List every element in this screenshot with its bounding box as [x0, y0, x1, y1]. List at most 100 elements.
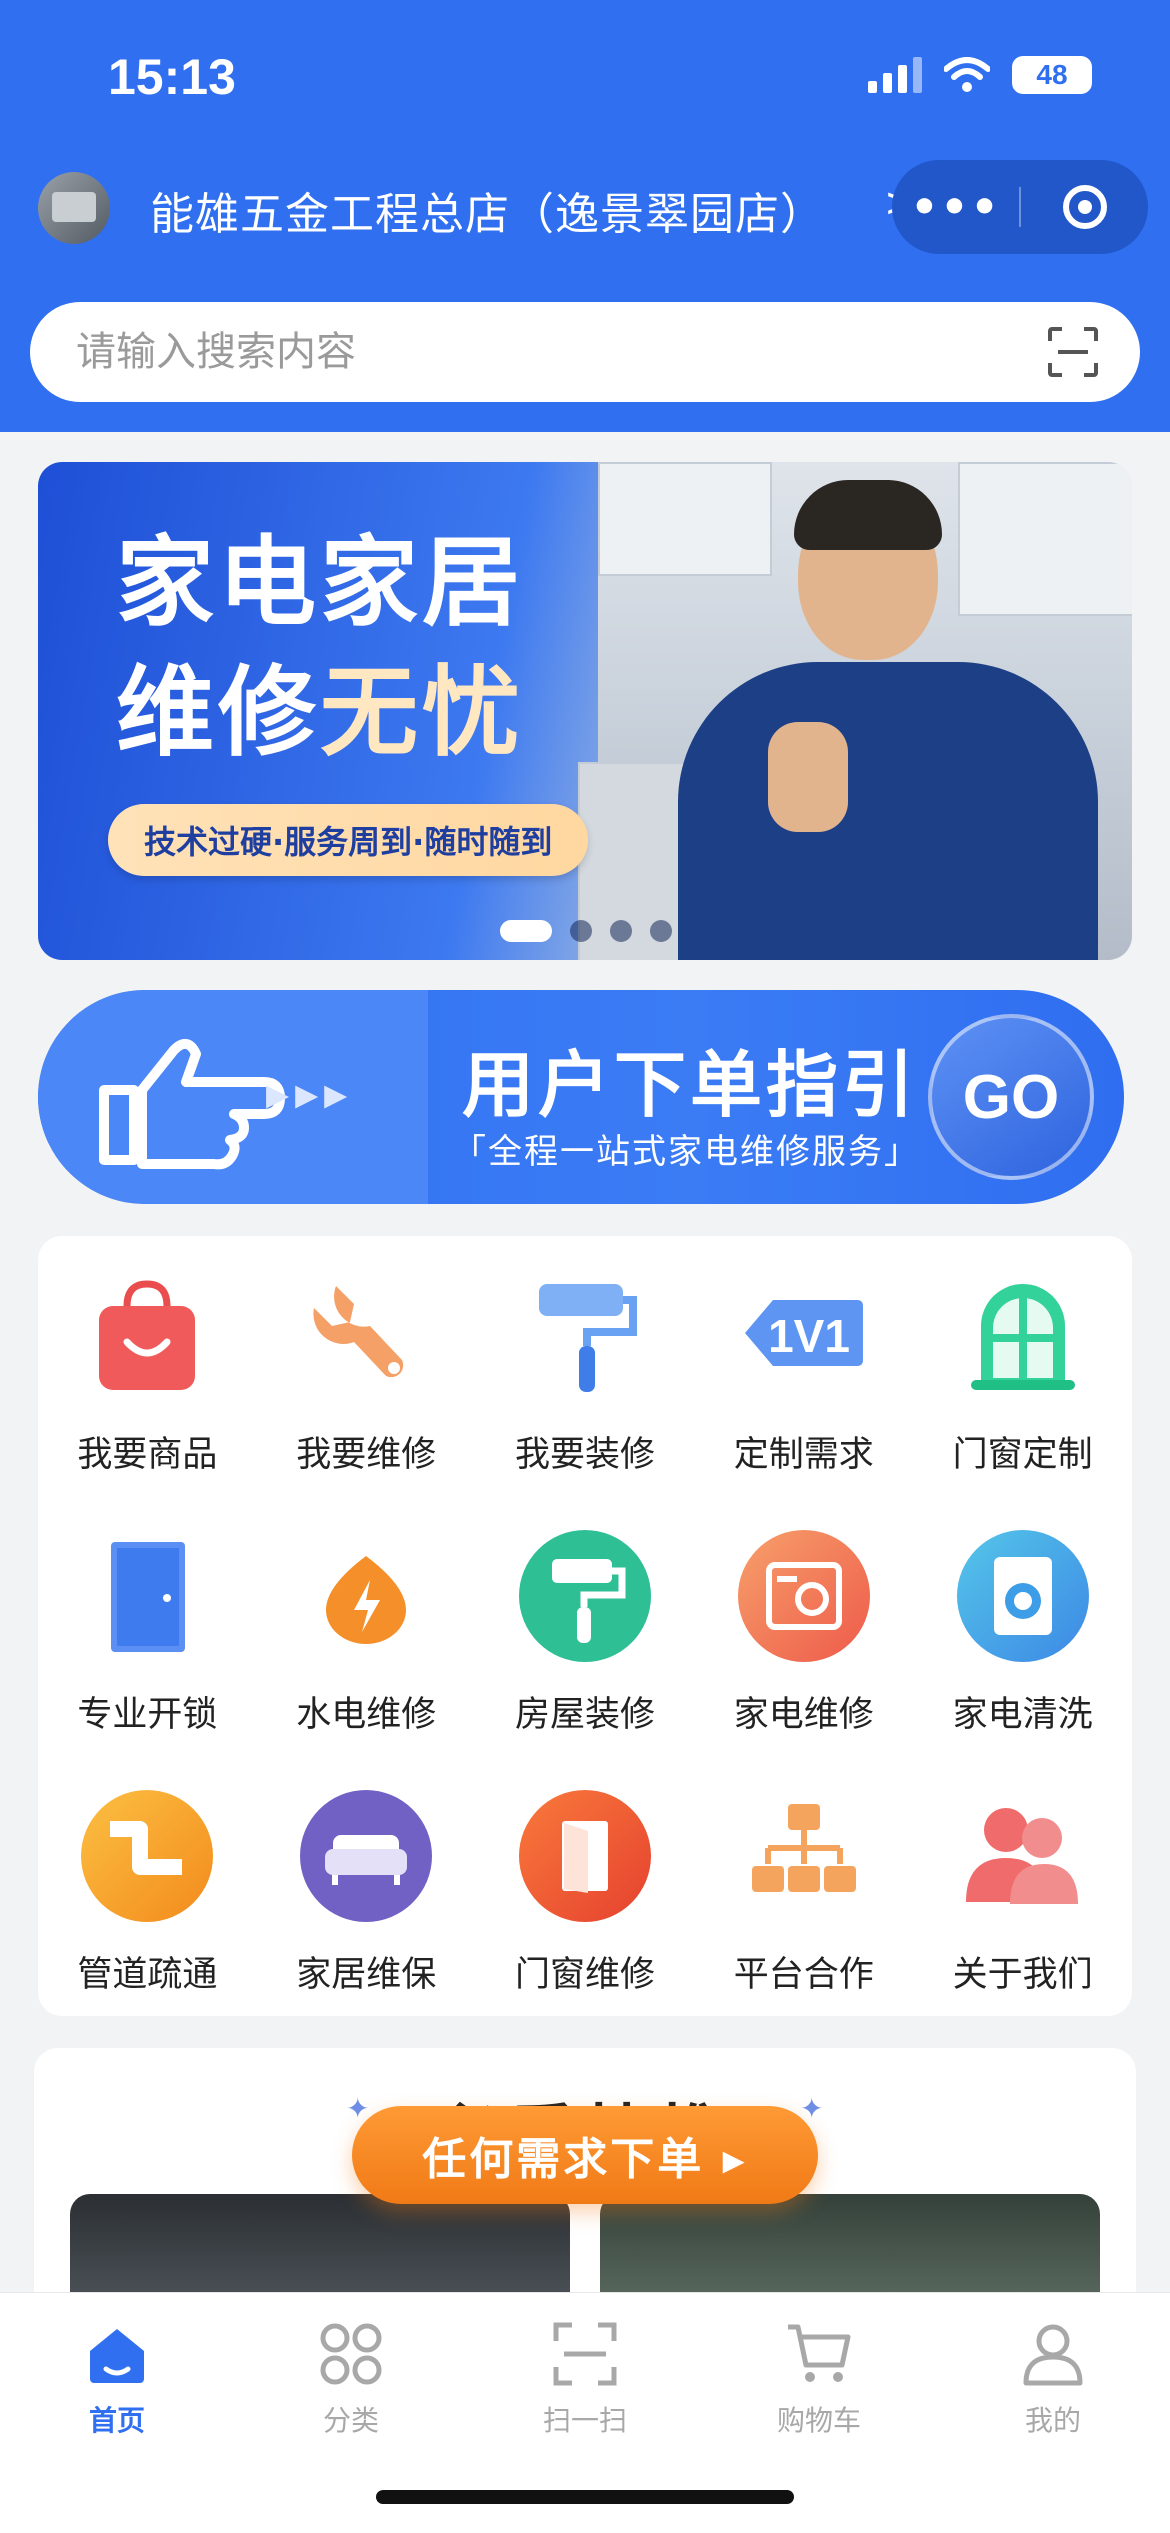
- guide-arrows: ▸▸▸: [266, 1066, 354, 1120]
- service-label: 门窗定制: [952, 1435, 1093, 1475]
- tab-label: 首页: [88, 2404, 145, 2437]
- banner-title-part-a: 维修: [116, 656, 321, 770]
- service-label: 房屋装修: [514, 1695, 655, 1735]
- service-item-repair[interactable]: 我要维修: [257, 1266, 476, 1496]
- promo-banner[interactable]: 家电家居 维修无忧 技术过硬·服务周到·随时随到: [38, 462, 1132, 960]
- service-item-window-custom[interactable]: 门窗定制: [913, 1266, 1132, 1496]
- service-label: 专业开锁: [77, 1695, 218, 1735]
- one-on-one-tag-icon: 1V1: [734, 1266, 874, 1406]
- service-item-about-us[interactable]: 关于我们: [913, 1786, 1132, 2016]
- banner-person-hair: [794, 480, 942, 550]
- cellular-signal-icon: [868, 57, 922, 93]
- service-label: 平台合作: [733, 1955, 874, 1995]
- users-icon: [953, 1786, 1093, 1926]
- store-avatar[interactable]: [38, 172, 110, 244]
- service-label: 定制需求: [733, 1435, 874, 1475]
- app-header: 15:13 48 能雄五金工程总店（逸景翠园店） > •••: [0, 0, 1170, 432]
- service-label: 我要商品: [77, 1435, 218, 1475]
- window-icon: [953, 1266, 1093, 1406]
- tab-home[interactable]: 首页: [0, 2319, 234, 2439]
- search-bar: [30, 302, 1140, 402]
- carousel-dots[interactable]: [500, 920, 672, 942]
- carousel-dot[interactable]: [570, 920, 592, 942]
- service-item-products[interactable]: 我要商品: [38, 1266, 257, 1496]
- cabinet-shape: [598, 462, 772, 576]
- miniprogram-capsule: •••: [892, 160, 1148, 254]
- home-icon: [90, 2329, 144, 2383]
- service-item-custom[interactable]: 1V1 定制需求: [694, 1266, 913, 1496]
- thumbs-up-hand: [768, 722, 848, 832]
- status-time: 15:13: [108, 49, 236, 105]
- banner-title-line2: 维修无忧: [116, 648, 524, 778]
- banner-tagline: 技术过硬·服务周到·随时随到: [108, 804, 589, 876]
- tab-category[interactable]: 分类: [234, 2319, 468, 2439]
- tab-label: 扫一扫: [542, 2404, 627, 2437]
- pointing-hand-icon: [99, 1039, 285, 1170]
- status-icons: 48: [868, 56, 1092, 94]
- profile-icon: [1023, 2324, 1083, 2386]
- tab-label: 分类: [322, 2404, 379, 2437]
- carousel-dot-active[interactable]: [500, 920, 552, 942]
- banner-title: 家电家居 维修无忧: [116, 518, 524, 778]
- service-label: 关于我们: [952, 1955, 1093, 1995]
- svg-text:1V1: 1V1: [768, 1310, 850, 1362]
- order-any-need-button[interactable]: 任何需求下单 ▸: [352, 2106, 818, 2204]
- banner-person-body: [678, 662, 1098, 960]
- tab-profile[interactable]: 我的: [936, 2319, 1170, 2439]
- cabinet-shape: [958, 462, 1132, 616]
- service-item-appliance-cleaning[interactable]: 家电清洗: [913, 1526, 1132, 1756]
- tab-scan[interactable]: 扫一扫: [468, 2319, 702, 2439]
- roller-circle-icon: [515, 1526, 655, 1666]
- service-item-renovation[interactable]: 我要装修: [476, 1266, 695, 1496]
- banner-title-line1: 家电家居: [116, 526, 525, 640]
- washing-machine-icon: [953, 1526, 1093, 1666]
- battery-indicator: 48: [1012, 56, 1092, 94]
- service-item-home-maintenance[interactable]: 家居维保: [257, 1786, 476, 2016]
- appliance-icon: [734, 1526, 874, 1666]
- carousel-dot[interactable]: [610, 920, 632, 942]
- store-name[interactable]: 能雄五金工程总店（逸景翠园店）: [150, 178, 825, 242]
- door-icon: [77, 1526, 217, 1666]
- org-chart-icon: [734, 1786, 874, 1926]
- wrench-icon: [296, 1266, 436, 1406]
- service-label: 我要维修: [296, 1435, 437, 1475]
- shopping-bag-icon: [77, 1266, 217, 1406]
- tab-cart[interactable]: 购物车: [702, 2319, 936, 2439]
- go-button[interactable]: GO: [928, 1014, 1094, 1180]
- search-input[interactable]: [74, 328, 1046, 376]
- order-guide-banner[interactable]: ▸▸▸ 用户下单指引 「全程一站式家电维修服务」 GO: [38, 990, 1124, 1204]
- cart-icon: [788, 2324, 851, 2382]
- service-item-plumbing-electric[interactable]: 水电维修: [257, 1526, 476, 1756]
- service-item-unlock[interactable]: 专业开锁: [38, 1526, 257, 1756]
- guide-title: 用户下单指引: [462, 1043, 919, 1127]
- service-item-appliance-repair[interactable]: 家电维修: [694, 1526, 913, 1756]
- target-icon: [1062, 185, 1107, 229]
- guide-subtitle: 「全程一站式家电维修服务」: [452, 1132, 920, 1172]
- sofa-icon: [296, 1786, 436, 1926]
- lightning-drop-icon: [296, 1526, 436, 1666]
- carousel-dot[interactable]: [650, 920, 672, 942]
- service-item-door-window-repair[interactable]: 门窗维修: [476, 1786, 695, 2016]
- scan-icon[interactable]: [1046, 325, 1100, 379]
- services-card: 我要商品 我要维修 我要装修 1V1 定制需求 门窗定制 专业开锁 水电维修 房…: [38, 1236, 1132, 2016]
- service-label: 门窗维修: [514, 1955, 655, 1995]
- service-label: 家电维修: [733, 1695, 874, 1735]
- tab-label: 购物车: [776, 2404, 861, 2437]
- service-item-partnership[interactable]: 平台合作: [694, 1786, 913, 2016]
- banner-title-part-b: 无忧: [320, 656, 525, 770]
- service-item-pipe-unclog[interactable]: 管道疏通: [38, 1786, 257, 2016]
- services-grid: 我要商品 我要维修 我要装修 1V1 定制需求 门窗定制 专业开锁 水电维修 房…: [38, 1266, 1132, 2016]
- tab-label: 我的: [1024, 2404, 1081, 2437]
- service-label: 水电维修: [296, 1695, 437, 1735]
- home-indicator[interactable]: [376, 2490, 794, 2504]
- service-item-house-renovation[interactable]: 房屋装修: [476, 1526, 695, 1756]
- category-icon: [320, 2323, 382, 2385]
- paint-roller-icon: [515, 1266, 655, 1406]
- close-miniprogram-button[interactable]: [1021, 185, 1148, 229]
- service-label: 家居维保: [296, 1955, 437, 1995]
- service-label: 管道疏通: [77, 1955, 218, 1995]
- wifi-icon: [944, 57, 990, 92]
- service-label: 家电清洗: [952, 1695, 1093, 1735]
- door-circle-icon: [515, 1786, 655, 1926]
- more-options-button[interactable]: •••: [892, 182, 1019, 233]
